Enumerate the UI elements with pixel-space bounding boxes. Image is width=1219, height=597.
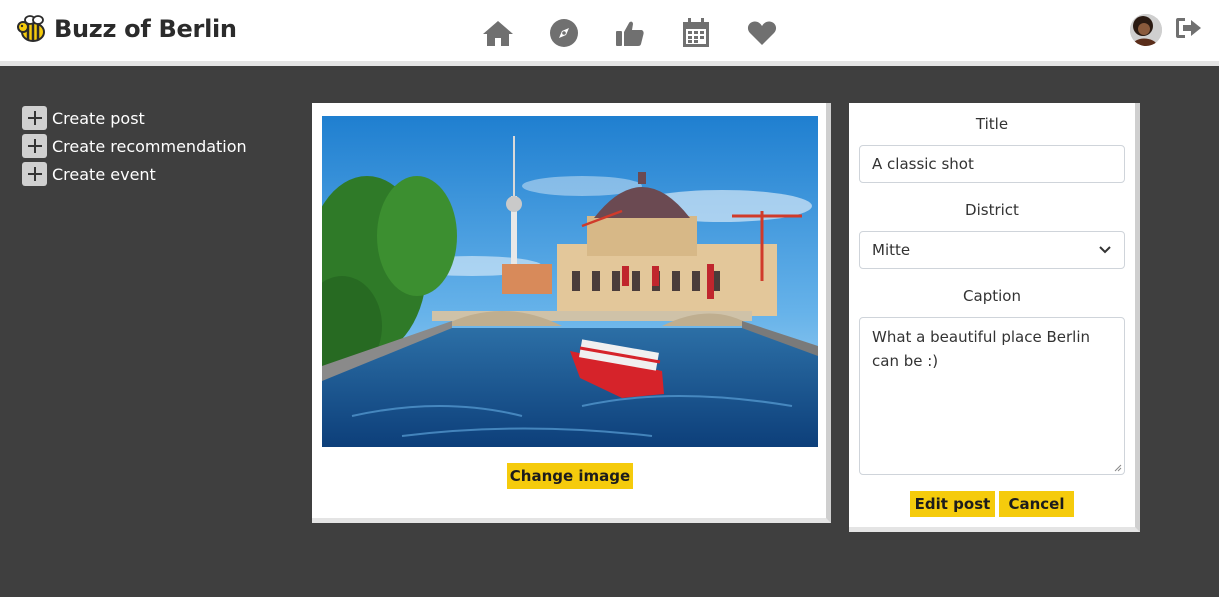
- logout-icon[interactable]: [1175, 16, 1203, 44]
- home-icon[interactable]: [465, 15, 531, 51]
- change-image-button[interactable]: Change image: [507, 463, 633, 489]
- create-post-label: Create post: [52, 108, 145, 128]
- district-selected-value: Mitte: [872, 241, 911, 259]
- calendar-icon[interactable]: [663, 15, 729, 51]
- plus-icon: [22, 134, 47, 158]
- create-recommendation-label: Create recommendation: [52, 136, 247, 156]
- sidebar: Create post Create recommendation Create…: [22, 104, 247, 188]
- main-nav: [465, 15, 795, 51]
- create-event-label: Create event: [52, 164, 156, 184]
- brand[interactable]: Buzz of Berlin: [16, 13, 237, 45]
- chevron-down-icon: [1099, 246, 1111, 254]
- title-input[interactable]: A classic shot: [859, 145, 1125, 183]
- district-label: District: [965, 201, 1019, 219]
- heart-icon[interactable]: [729, 15, 795, 51]
- title-label: Title: [975, 115, 1009, 133]
- plus-icon: [22, 162, 47, 186]
- caption-textarea[interactable]: What a beautiful place Berlin can be :): [859, 317, 1125, 475]
- edit-post-button[interactable]: Edit post: [910, 491, 995, 517]
- caption-text: What a beautiful place Berlin can be :): [872, 328, 1091, 370]
- plus-icon: [22, 106, 47, 130]
- bee-icon: [17, 15, 45, 42]
- create-post-link[interactable]: Create post: [22, 104, 247, 132]
- create-recommendation-link[interactable]: Create recommendation: [22, 132, 247, 160]
- user-controls: [1130, 14, 1203, 46]
- create-event-link[interactable]: Create event: [22, 160, 247, 188]
- brand-name: Buzz of Berlin: [54, 15, 237, 43]
- post-image: [322, 116, 818, 447]
- caption-label: Caption: [963, 287, 1021, 305]
- image-card: Change image: [312, 103, 831, 523]
- cancel-button[interactable]: Cancel: [999, 491, 1074, 517]
- edit-post-form: Title A classic shot District Mitte Capt…: [849, 103, 1140, 532]
- resize-grip-icon[interactable]: [1114, 464, 1122, 472]
- form-actions: Edit post Cancel: [910, 491, 1074, 517]
- district-select[interactable]: Mitte: [859, 231, 1125, 269]
- compass-icon[interactable]: [531, 15, 597, 51]
- thumbs-up-icon[interactable]: [597, 15, 663, 51]
- avatar[interactable]: [1130, 14, 1162, 46]
- top-navbar: Buzz of Berlin: [0, 0, 1219, 66]
